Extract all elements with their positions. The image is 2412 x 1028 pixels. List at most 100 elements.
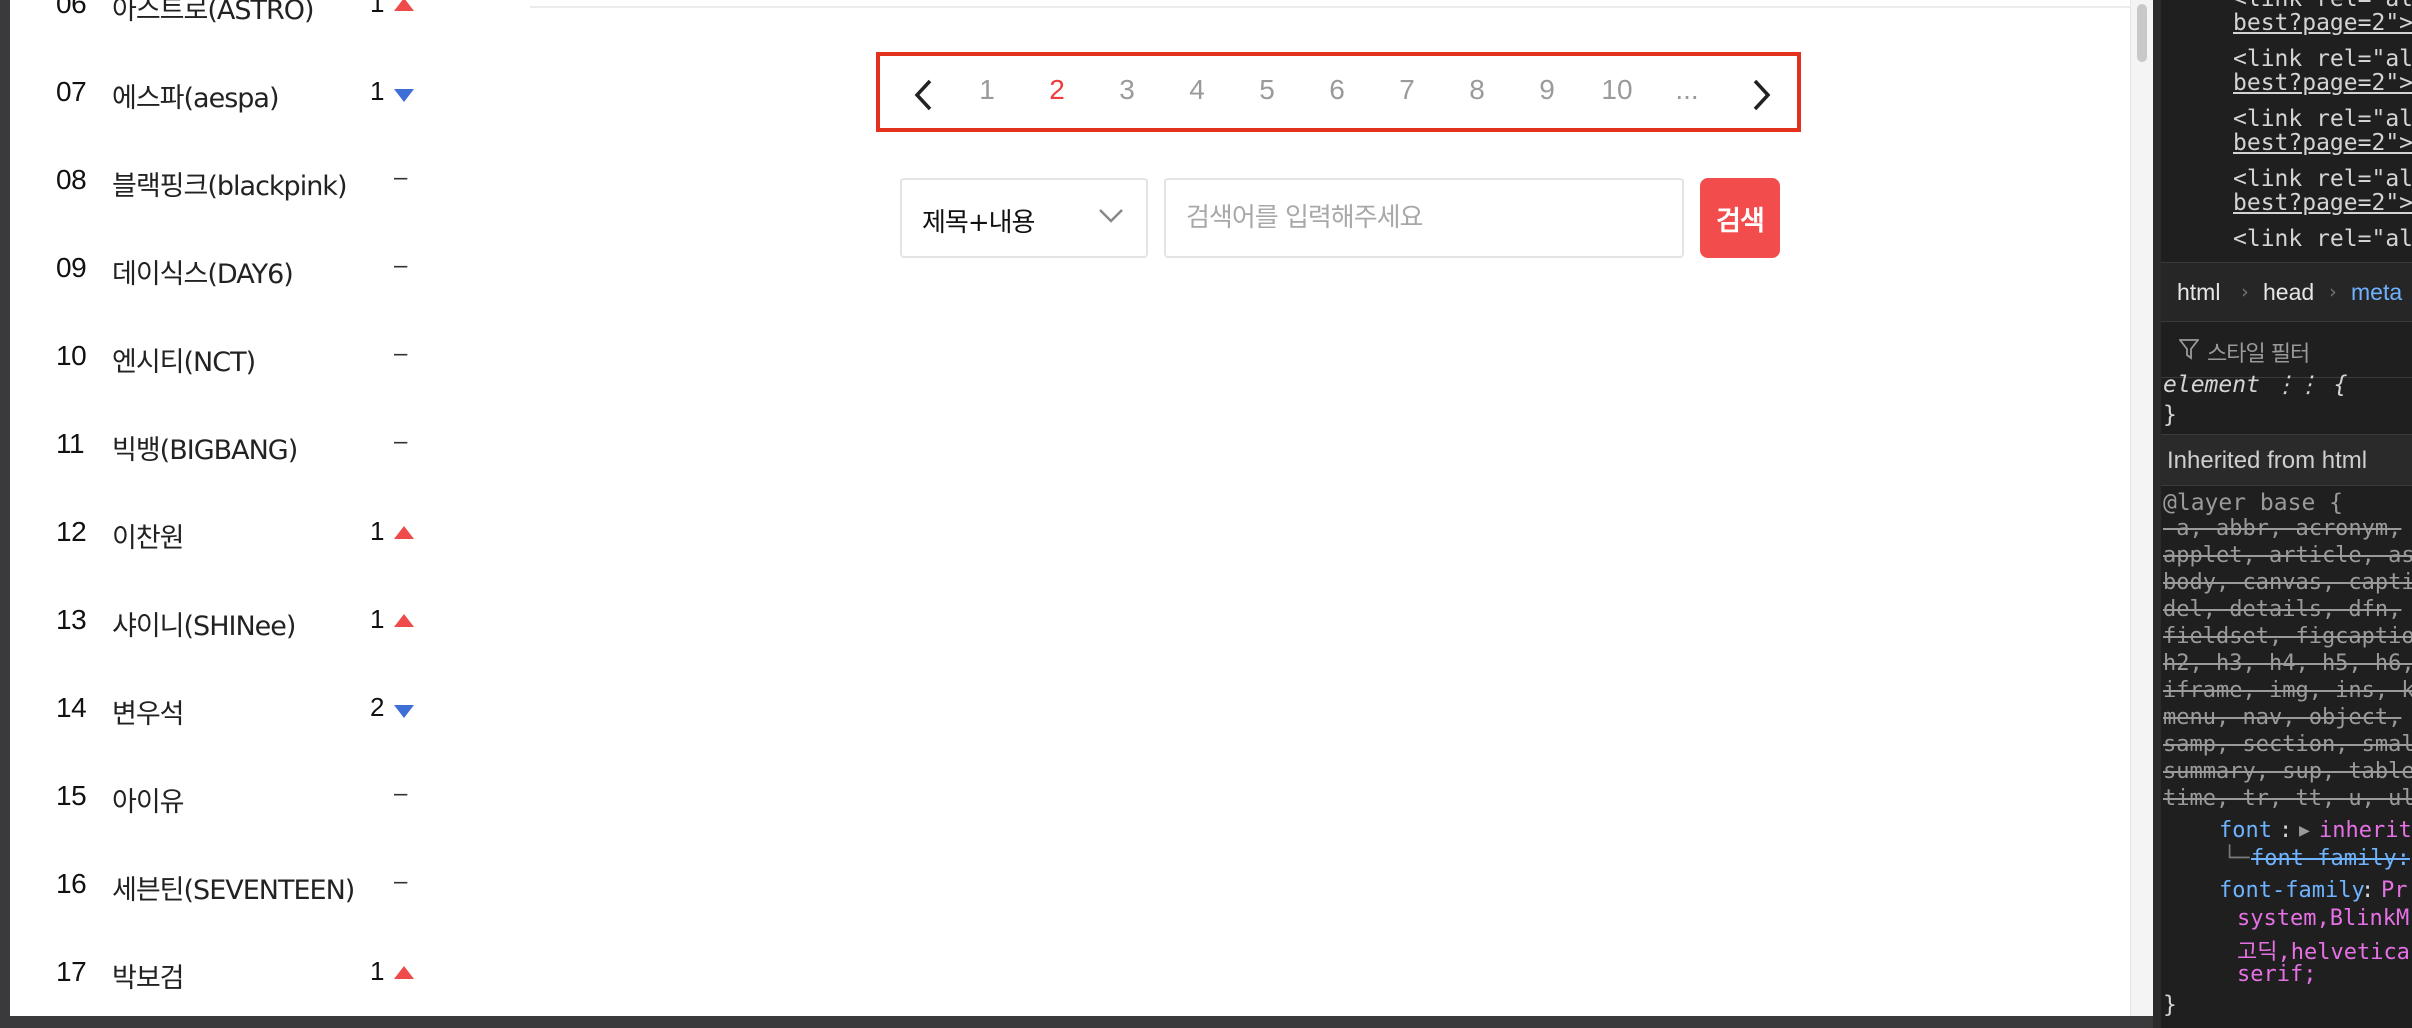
page-scrollbar[interactable] bbox=[2130, 0, 2153, 1016]
dom-breadcrumb: html › head › meta bbox=[2161, 262, 2412, 322]
rank-up-icon bbox=[394, 966, 414, 979]
css-value-font[interactable]: inherit; bbox=[2319, 818, 2412, 843]
css-property-overridden: font-family: bbox=[2251, 846, 2410, 871]
css-selector-line: h2, h3, h4, h5, h6, bbox=[2163, 651, 2412, 676]
css-selector-line: samp, section, smal bbox=[2163, 732, 2412, 757]
rank-number: 11 bbox=[56, 428, 85, 459]
page-number-button[interactable]: 4 bbox=[1172, 74, 1222, 106]
page-ellipsis[interactable]: ... bbox=[1662, 74, 1712, 106]
css-selector-line: summary, sup, table bbox=[2163, 759, 2412, 784]
code-line: <link rel="alt bbox=[2233, 46, 2412, 72]
ranking-item[interactable]: 06 아스트로(ASTRO) 1 bbox=[10, 0, 440, 28]
ranking-item[interactable]: 12 이찬원 1 bbox=[10, 516, 440, 556]
page-number-button[interactable]: 8 bbox=[1452, 74, 1502, 106]
page-number-button[interactable]: 3 bbox=[1102, 74, 1152, 106]
ranking-item[interactable]: 08 블랙핑크(blackpink) – bbox=[10, 164, 440, 204]
css-selector-line: applet, article, as bbox=[2163, 543, 2412, 568]
code-link[interactable]: best?page=2"> bbox=[2233, 190, 2412, 216]
search-type-select[interactable]: 제목+내용 bbox=[900, 178, 1148, 258]
page-number-button[interactable]: 6 bbox=[1312, 74, 1362, 106]
ranking-item[interactable]: 17 박보검 1 bbox=[10, 956, 440, 996]
rank-number: 07 bbox=[56, 76, 87, 107]
code-link[interactable]: best?page=2"> bbox=[2233, 10, 2412, 36]
artist-name[interactable]: 변우석 bbox=[112, 692, 185, 731]
artist-name[interactable]: 아이유 bbox=[112, 780, 185, 819]
style-filter[interactable]: 스타일 필터 bbox=[2161, 322, 2412, 378]
rank-change-value: 1 bbox=[370, 0, 385, 18]
page-number-button[interactable]: 5 bbox=[1242, 74, 1292, 106]
tree-connector: └─ bbox=[2223, 846, 2250, 871]
ranking-item[interactable]: 16 세븐틴(SEVENTEEN) – bbox=[10, 868, 440, 908]
pagination: 1 2 3 4 5 6 7 8 9 10... bbox=[876, 52, 1801, 132]
rank-number: 13 bbox=[56, 604, 87, 635]
ranking-item[interactable]: 13 샤이니(SHINee) 1 bbox=[10, 604, 440, 644]
rank-up-icon bbox=[394, 526, 414, 539]
search-button[interactable]: 검색 bbox=[1700, 178, 1780, 258]
rank-up-icon bbox=[394, 614, 414, 627]
no-change-indicator: – bbox=[394, 252, 408, 279]
artist-name[interactable]: 빅뱅(BIGBANG) bbox=[112, 428, 298, 467]
artist-name[interactable]: 세븐틴(SEVENTEEN) bbox=[112, 868, 355, 907]
no-change-indicator: – bbox=[394, 340, 408, 367]
css-selector-line: a, abbr, acronym, bbox=[2163, 516, 2402, 541]
ranking-item[interactable]: 07 에스파(aespa) 1 bbox=[10, 76, 440, 116]
ranking-item[interactable]: 15 아이유 – bbox=[10, 780, 440, 820]
breadcrumb-meta[interactable]: meta bbox=[2351, 279, 2402, 306]
artist-name[interactable]: 블랙핑크(blackpink) bbox=[112, 164, 347, 203]
element-style-rule: element ⋮⋮ { bbox=[2163, 372, 2348, 398]
artist-name[interactable]: 엔시티(NCT) bbox=[112, 340, 256, 379]
rank-number: 16 bbox=[56, 868, 87, 899]
chevron-left-icon bbox=[914, 79, 932, 111]
page-number-button[interactable]: 9 bbox=[1522, 74, 1572, 106]
devtools-panel: <link rel="alt best?page=2"> <link rel="… bbox=[2153, 0, 2412, 1028]
expand-triangle-icon[interactable]: ▶ bbox=[2299, 820, 2310, 841]
scrollbar-thumb[interactable] bbox=[2137, 4, 2147, 62]
rank-change-value: 2 bbox=[370, 692, 385, 722]
rank-number: 08 bbox=[56, 164, 87, 195]
search-input[interactable] bbox=[1164, 178, 1684, 258]
devtools-resize-handle[interactable] bbox=[2153, 0, 2161, 1028]
rule-close: } bbox=[2163, 992, 2177, 1018]
artist-name[interactable]: 이찬원 bbox=[112, 516, 185, 555]
ranking-item[interactable]: 09 데이식스(DAY6) – bbox=[10, 252, 440, 292]
code-line: <link rel="alt bbox=[2233, 166, 2412, 192]
breadcrumb-separator: › bbox=[2239, 281, 2251, 303]
css-property-font-family[interactable]: font-family bbox=[2219, 878, 2365, 903]
ranking-item[interactable]: 10 엔시티(NCT) – bbox=[10, 340, 440, 380]
breadcrumb-separator: › bbox=[2327, 281, 2339, 303]
next-page-button[interactable] bbox=[1746, 78, 1776, 111]
css-value-font-family: serif; bbox=[2237, 962, 2317, 987]
inherited-header: Inherited from html bbox=[2161, 434, 2412, 486]
filter-icon bbox=[2178, 338, 2200, 364]
style-filter-placeholder: 스타일 필터 bbox=[2207, 342, 2310, 367]
code-link[interactable]: best?page=2"> bbox=[2233, 70, 2412, 96]
inherited-label: Inherited from html bbox=[2167, 447, 2368, 474]
ranking-item[interactable]: 14 변우석 2 bbox=[10, 692, 440, 732]
code-link[interactable]: best?page=2"> bbox=[2233, 130, 2412, 156]
prev-page-button[interactable] bbox=[910, 78, 940, 111]
ranking-item[interactable]: 11 빅뱅(BIGBANG) – bbox=[10, 428, 440, 468]
css-selector-line: del, details, dfn, bbox=[2163, 597, 2402, 622]
css-value-font-family[interactable]: Pr bbox=[2381, 878, 2408, 903]
no-change-indicator: – bbox=[394, 868, 408, 895]
breadcrumb-head[interactable]: head bbox=[2263, 279, 2314, 306]
artist-name[interactable]: 아스트로(ASTRO) bbox=[112, 0, 315, 27]
css-colon: : bbox=[2361, 878, 2375, 903]
artist-name[interactable]: 에스파(aespa) bbox=[112, 76, 279, 115]
breadcrumb-html[interactable]: html bbox=[2177, 279, 2220, 306]
artist-name[interactable]: 데이식스(DAY6) bbox=[112, 252, 294, 291]
page-number-button[interactable]: 7 bbox=[1382, 74, 1432, 106]
page-number-button[interactable]: 1 bbox=[962, 74, 1012, 106]
rank-change-value: 1 bbox=[370, 956, 385, 986]
page-number-button[interactable]: 2 bbox=[1032, 74, 1082, 106]
css-selector-line: iframe, img, ins, k bbox=[2163, 678, 2412, 703]
artist-name[interactable]: 샤이니(SHINee) bbox=[112, 604, 296, 643]
css-colon: : bbox=[2279, 818, 2293, 843]
no-change-indicator: – bbox=[394, 164, 408, 191]
css-property-font[interactable]: font bbox=[2219, 818, 2272, 843]
rank-number: 09 bbox=[56, 252, 87, 283]
page-number-button[interactable]: 10 bbox=[1592, 74, 1642, 106]
chevron-down-icon bbox=[1098, 208, 1124, 229]
css-selector-line: body, canvas, capti bbox=[2163, 570, 2412, 595]
artist-name[interactable]: 박보검 bbox=[112, 956, 185, 995]
